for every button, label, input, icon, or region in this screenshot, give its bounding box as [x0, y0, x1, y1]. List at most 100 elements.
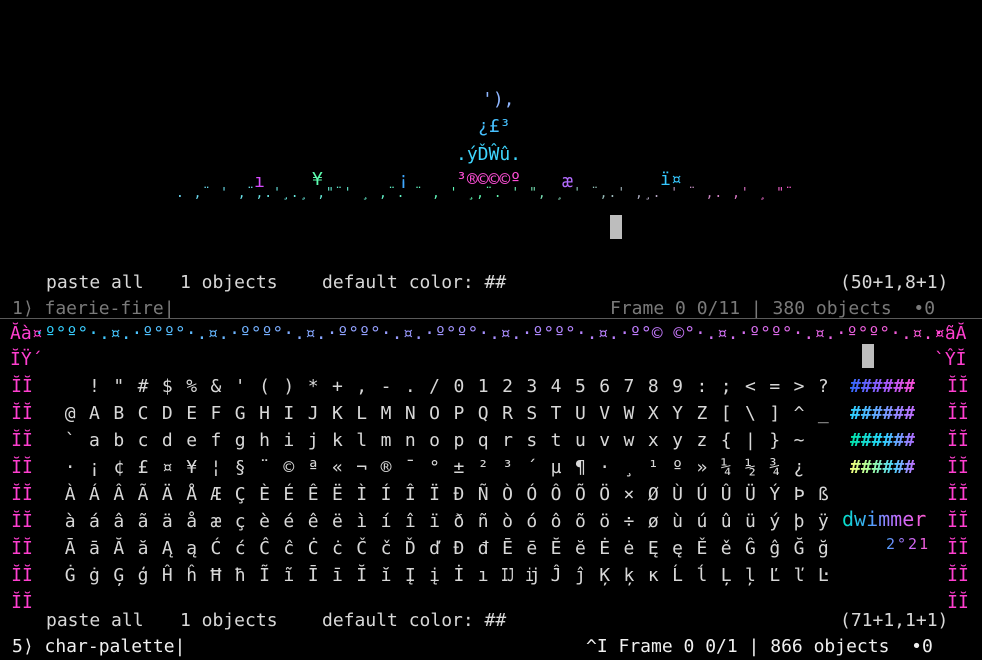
palette-char[interactable]: Ġ: [58, 562, 82, 589]
palette-char[interactable]: Ĝ: [738, 535, 762, 562]
palette-char[interactable]: ×: [617, 481, 641, 508]
palette-char[interactable]: Ñ: [471, 481, 495, 508]
palette-char[interactable]: ö: [593, 508, 617, 535]
palette-char[interactable]: ĉ: [277, 535, 301, 562]
palette-char[interactable]: ã: [131, 508, 155, 535]
palette-char[interactable]: ĸ: [641, 562, 665, 589]
palette-char[interactable]: n: [398, 427, 422, 454]
palette-char[interactable]: ª: [301, 454, 325, 481]
palette-char[interactable]: Ĵ: [544, 562, 568, 589]
palette-char[interactable]: S: [520, 400, 544, 427]
palette-char[interactable]: ¬: [350, 454, 374, 481]
palette-char[interactable]: ·: [593, 454, 617, 481]
palette-char[interactable]: ¼: [714, 454, 738, 481]
palette-char[interactable]: O: [422, 400, 446, 427]
palette-char[interactable]: ô: [544, 508, 568, 535]
palette-char[interactable]: d: [155, 427, 179, 454]
palette-char[interactable]: è: [252, 508, 276, 535]
palette-char[interactable]: »: [690, 454, 714, 481]
palette-char[interactable]: č: [374, 535, 398, 562]
palette-char[interactable]: ÿ: [811, 508, 835, 535]
top-paste-all[interactable]: paste all: [46, 269, 144, 296]
palette-char[interactable]: É: [277, 481, 301, 508]
palette-char[interactable]: 5: [568, 373, 592, 400]
palette-char[interactable]: ©: [277, 454, 301, 481]
palette-char[interactable]: Ċ: [301, 535, 325, 562]
palette-char[interactable]: ±: [447, 454, 471, 481]
palette-char[interactable]: Ď: [398, 535, 422, 562]
palette-char[interactable]: v: [593, 427, 617, 454]
palette-char[interactable]: ´: [520, 454, 544, 481]
palette-char[interactable]: ç: [228, 508, 252, 535]
palette-char[interactable]: Ė: [593, 535, 617, 562]
palette-char[interactable]: å: [179, 508, 203, 535]
palette-char[interactable]: K: [325, 400, 349, 427]
color-swatch[interactable]: ######: [850, 454, 915, 481]
palette-char[interactable]: H: [252, 400, 276, 427]
palette-char[interactable]: l: [350, 427, 374, 454]
palette-char[interactable]: Ĳ: [495, 562, 519, 589]
palette-char[interactable]: ė: [617, 535, 641, 562]
palette-char[interactable]: Ü: [738, 481, 762, 508]
palette-char[interactable]: ?: [811, 373, 835, 400]
palette-char[interactable]: |: [738, 427, 762, 454]
color-swatch[interactable]: ######: [850, 427, 915, 454]
palette-char[interactable]: ¨: [252, 454, 276, 481]
palette-char[interactable]: @: [58, 400, 82, 427]
palette-char[interactable]: ĺ: [690, 562, 714, 589]
palette-char[interactable]: $: [155, 373, 179, 400]
palette-char[interactable]: ): [277, 373, 301, 400]
palette-char[interactable]: į: [422, 562, 446, 589]
palette-char[interactable]: m: [374, 427, 398, 454]
palette-char[interactable]: Ò: [495, 481, 519, 508]
palette-char[interactable]: u: [568, 427, 592, 454]
palette-char[interactable]: ğ: [811, 535, 835, 562]
palette-char[interactable]: û: [714, 508, 738, 535]
palette-char[interactable]: ı: [471, 562, 495, 589]
palette-char[interactable]: º: [665, 454, 689, 481]
palette-char[interactable]: Å: [179, 481, 203, 508]
palette-char[interactable]: đ: [471, 535, 495, 562]
palette-cursor[interactable]: [862, 344, 874, 368]
palette-char[interactable]: à: [58, 508, 82, 535]
palette-char[interactable]: Ï: [422, 481, 446, 508]
palette-char[interactable]: «: [325, 454, 349, 481]
palette-char[interactable]: ú: [690, 508, 714, 535]
palette-char[interactable]: ó: [520, 508, 544, 535]
palette-char[interactable]: ĵ: [568, 562, 592, 589]
palette-char[interactable]: ģ: [131, 562, 155, 589]
palette-char[interactable]: ľ: [787, 562, 811, 589]
palette-char[interactable]: ĭ: [374, 562, 398, 589]
palette-char[interactable]: 4: [544, 373, 568, 400]
palette-char[interactable]: ¸: [617, 454, 641, 481]
palette-char[interactable]: B: [107, 400, 131, 427]
palette-char[interactable]: Þ: [787, 481, 811, 508]
palette-char[interactable]: 7: [617, 373, 641, 400]
palette-char[interactable]: ä: [155, 508, 179, 535]
palette-char[interactable]: x: [641, 427, 665, 454]
palette-char[interactable]: é: [277, 508, 301, 535]
palette-char[interactable]: Ã: [131, 481, 155, 508]
palette-char[interactable]: Ì: [350, 481, 374, 508]
palette-char[interactable]: _: [811, 400, 835, 427]
palette-char[interactable]: â: [107, 508, 131, 535]
palette-char[interactable]: }: [763, 427, 787, 454]
palette-char[interactable]: ÷: [617, 508, 641, 535]
palette-char[interactable]: Y: [665, 400, 689, 427]
palette-char[interactable]: ¤: [155, 454, 179, 481]
palette-char[interactable]: #: [131, 373, 155, 400]
palette-char[interactable]: z: [690, 427, 714, 454]
palette-char[interactable]: ĝ: [763, 535, 787, 562]
palette-char[interactable]: Ě: [690, 535, 714, 562]
palette-char[interactable]: 0: [447, 373, 471, 400]
color-swatch[interactable]: ######: [850, 400, 915, 427]
palette-char[interactable]: ;: [714, 373, 738, 400]
palette-char[interactable]: Ć: [204, 535, 228, 562]
palette-char[interactable]: ĕ: [568, 535, 592, 562]
palette-char[interactable]: ï: [422, 508, 446, 535]
palette-char[interactable]: Ą: [155, 535, 179, 562]
palette-char[interactable]: =: [763, 373, 787, 400]
palette-char[interactable]: þ: [787, 508, 811, 535]
palette-char[interactable]: (: [252, 373, 276, 400]
palette-char[interactable]: ċ: [325, 535, 349, 562]
